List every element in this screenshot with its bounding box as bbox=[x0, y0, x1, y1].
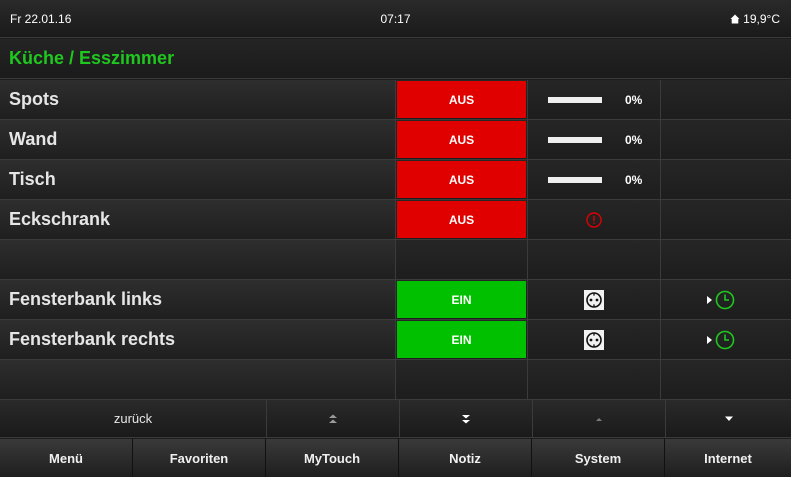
wand-dimmer-slider[interactable] bbox=[548, 137, 602, 143]
dimmer-percent: 0% bbox=[625, 93, 643, 107]
mytouch-button[interactable]: MyTouch bbox=[266, 439, 399, 477]
device-name-cell: Fensterbank rechts bbox=[0, 320, 396, 359]
toggle-cell: EIN bbox=[396, 280, 528, 319]
timer-cell bbox=[661, 320, 791, 359]
fensterbank-rechts-toggle-button[interactable]: EIN bbox=[397, 321, 526, 358]
extra-cell bbox=[661, 240, 791, 279]
timer-control[interactable] bbox=[707, 290, 735, 310]
dimmer-percent: 0% bbox=[625, 133, 643, 147]
device-list: Spots AUS 0% Wand AUS 0% Tisch AUS 0% Ec… bbox=[0, 80, 791, 400]
device-name: Wand bbox=[9, 129, 58, 149]
toggle-cell: AUS bbox=[396, 200, 528, 239]
temperature-value: 19,9°C bbox=[743, 12, 780, 26]
dimmer-cell: 0% bbox=[528, 120, 661, 159]
socket-icon[interactable] bbox=[584, 329, 604, 350]
tisch-toggle-button[interactable]: AUS bbox=[397, 161, 526, 198]
main-menu-bar: Menü Favoriten MyTouch Notiz System Inte… bbox=[0, 439, 791, 477]
alert-circle-icon[interactable] bbox=[586, 211, 602, 228]
device-name-cell bbox=[0, 360, 396, 399]
extra-cell bbox=[661, 80, 791, 119]
status-cell bbox=[528, 200, 661, 239]
device-name-cell: Eckschrank bbox=[0, 200, 396, 239]
house-icon bbox=[730, 14, 740, 24]
play-arrow-icon bbox=[707, 336, 712, 344]
notes-button[interactable]: Notiz bbox=[399, 439, 532, 477]
status-temperature: 19,9°C bbox=[730, 12, 780, 26]
status-cell bbox=[528, 320, 661, 359]
favorites-label: Favoriten bbox=[169, 450, 229, 466]
device-name: Spots bbox=[9, 89, 60, 109]
clock-icon bbox=[715, 330, 735, 350]
device-row-empty bbox=[0, 240, 791, 280]
status-cell bbox=[528, 280, 661, 319]
device-name: Eckschrank bbox=[9, 209, 111, 229]
extra-cell bbox=[661, 160, 791, 199]
system-label: System bbox=[574, 450, 622, 466]
extra-cell bbox=[661, 120, 791, 159]
double-chevron-down-icon bbox=[462, 414, 470, 423]
wand-toggle-button[interactable]: AUS bbox=[397, 121, 526, 158]
device-row-fensterbank-links: Fensterbank links EIN bbox=[0, 280, 791, 320]
mytouch-label: MyTouch bbox=[303, 450, 361, 466]
socket-icon[interactable] bbox=[584, 289, 604, 310]
favorites-button[interactable]: Favoriten bbox=[133, 439, 266, 477]
device-name: Fensterbank links bbox=[9, 289, 163, 309]
status-time: 07:17 bbox=[380, 12, 411, 26]
back-label: zurück bbox=[113, 411, 153, 426]
dimmer-percent: 0% bbox=[625, 173, 643, 187]
device-name-cell: Wand bbox=[0, 120, 396, 159]
device-name: Tisch bbox=[9, 169, 56, 189]
page-last-button[interactable] bbox=[400, 400, 533, 438]
toggle-cell bbox=[396, 360, 528, 399]
device-name: Fensterbank rechts bbox=[9, 329, 176, 349]
extra-cell bbox=[661, 200, 791, 239]
clock-icon bbox=[715, 290, 735, 310]
status-cell bbox=[528, 240, 661, 279]
menu-label: Menü bbox=[49, 450, 83, 466]
spots-toggle-button[interactable]: AUS bbox=[397, 81, 526, 118]
room-header: Küche / Esszimmer bbox=[0, 39, 791, 79]
tisch-dimmer-slider[interactable] bbox=[548, 177, 602, 183]
page-up-button[interactable] bbox=[533, 400, 666, 438]
eckschrank-toggle-button[interactable]: AUS bbox=[397, 201, 526, 238]
toggle-cell: AUS bbox=[396, 120, 528, 159]
device-name-cell bbox=[0, 240, 396, 279]
device-row-tisch: Tisch AUS 0% bbox=[0, 160, 791, 200]
back-button[interactable]: zurück bbox=[0, 400, 267, 438]
toggle-cell: AUS bbox=[396, 160, 528, 199]
navigation-bar: zurück bbox=[0, 400, 791, 438]
double-chevron-up-icon bbox=[329, 414, 337, 423]
extra-cell bbox=[661, 360, 791, 399]
notes-label: Notiz bbox=[449, 450, 481, 466]
timer-cell bbox=[661, 280, 791, 319]
dimmer-cell: 0% bbox=[528, 80, 661, 119]
menu-button[interactable]: Menü bbox=[0, 439, 133, 477]
device-name-cell: Spots bbox=[0, 80, 396, 119]
dimmer-cell: 0% bbox=[528, 160, 661, 199]
status-cell bbox=[528, 360, 661, 399]
device-row-fensterbank-rechts: Fensterbank rechts EIN bbox=[0, 320, 791, 360]
internet-label: Internet bbox=[704, 450, 752, 466]
device-row-spots: Spots AUS 0% bbox=[0, 80, 791, 120]
spots-dimmer-slider[interactable] bbox=[548, 97, 602, 103]
chevron-down-icon bbox=[724, 416, 733, 421]
fensterbank-links-toggle-button[interactable]: EIN bbox=[397, 281, 526, 318]
timer-control[interactable] bbox=[707, 330, 735, 350]
status-bar: Fr 22.01.16 07:17 19,9°C bbox=[0, 0, 791, 38]
play-arrow-icon bbox=[707, 296, 712, 304]
internet-button[interactable]: Internet bbox=[665, 439, 791, 477]
system-button[interactable]: System bbox=[532, 439, 665, 477]
page-first-button[interactable] bbox=[267, 400, 400, 438]
device-name-cell: Tisch bbox=[0, 160, 396, 199]
room-title: Küche / Esszimmer bbox=[9, 48, 175, 68]
device-name-cell: Fensterbank links bbox=[0, 280, 396, 319]
toggle-cell: AUS bbox=[396, 80, 528, 119]
toggle-cell: EIN bbox=[396, 320, 528, 359]
device-row-eckschrank: Eckschrank AUS bbox=[0, 200, 791, 240]
chevron-up-icon bbox=[596, 417, 602, 421]
device-row-empty bbox=[0, 360, 791, 400]
device-row-wand: Wand AUS 0% bbox=[0, 120, 791, 160]
toggle-cell bbox=[396, 240, 528, 279]
page-down-button[interactable] bbox=[666, 400, 791, 438]
